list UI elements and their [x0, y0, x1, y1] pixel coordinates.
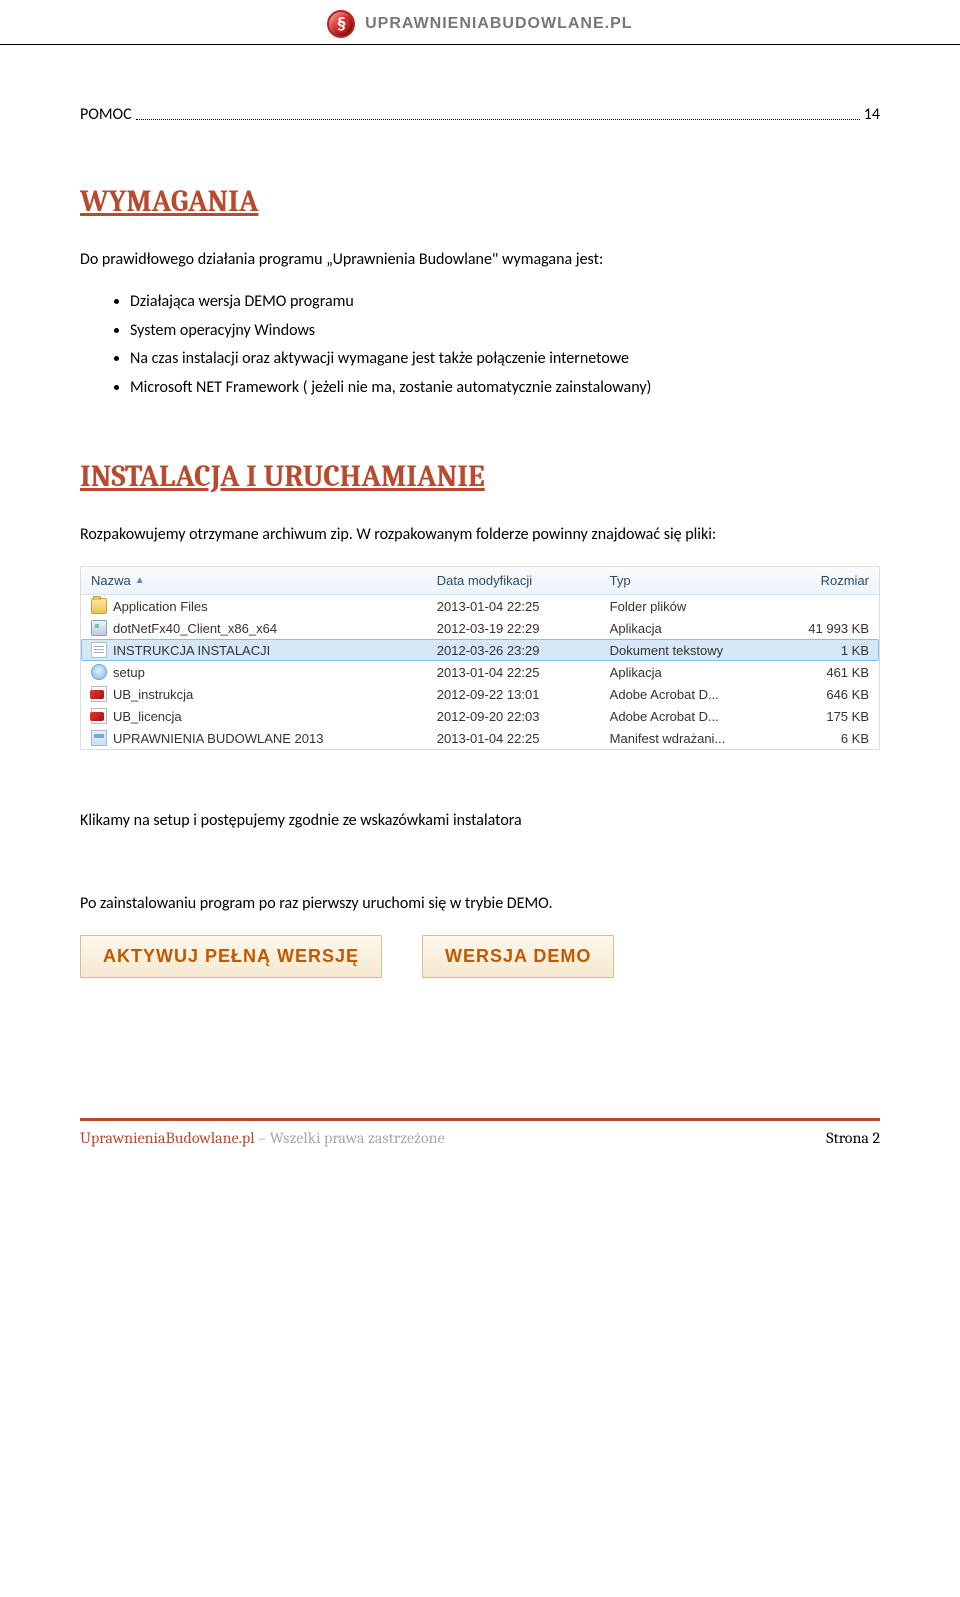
header-divider — [0, 44, 960, 45]
sort-ascending-icon: ▲ — [135, 575, 145, 586]
activate-full-version-button[interactable]: AKTYWUJ PEŁNĄ WERSJĘ — [80, 935, 382, 978]
pdf-icon — [91, 708, 107, 724]
exe-icon — [91, 620, 107, 636]
file-date: 2012-03-19 22:29 — [437, 621, 610, 636]
requirements-list: Działająca wersja DEMO programu System o… — [130, 291, 880, 399]
file-explorer: Nazwa ▲ Data modyfikacji Typ Rozmiar App… — [80, 566, 880, 750]
file-type: Manifest wdrażani... — [610, 731, 783, 746]
file-row[interactable]: UB_instrukcja 2012-09-22 13:01Adobe Acrob… — [81, 683, 879, 705]
column-header-type[interactable]: Typ — [610, 573, 783, 588]
file-row[interactable]: Application Files 2013-01-04 22:25Folder … — [81, 595, 879, 617]
file-type: Adobe Acrobat D... — [610, 687, 783, 702]
install-para2: Klikamy na setup i postępujemy zgodnie z… — [80, 810, 880, 832]
section-title-install: INSTALACJA I URUCHAMIANIE — [80, 459, 880, 494]
pdf-icon — [91, 686, 107, 702]
manifest-icon — [91, 730, 107, 746]
file-name: UPRAWNIENIA BUDOWLANE 2013 — [113, 731, 323, 746]
toc-entry: POMOC 14 — [80, 105, 880, 124]
footer-left: UprawnieniaBudowlane.pl – Wszelki prawa … — [80, 1129, 445, 1147]
file-size: 6 KB — [783, 731, 869, 746]
page-footer: UprawnieniaBudowlane.pl – Wszelki prawa … — [80, 1118, 880, 1147]
button-row: AKTYWUJ PEŁNĄ WERSJĘ WERSJA DEMO — [80, 935, 880, 978]
file-date: 2012-09-20 22:03 — [437, 709, 610, 724]
list-item: System operacyjny Windows — [130, 320, 880, 342]
list-item: Na czas instalacji oraz aktywacji wymaga… — [130, 348, 880, 370]
file-size: 1 KB — [783, 643, 869, 658]
file-row[interactable]: UPRAWNIENIA BUDOWLANE 2013 2013-01-04 22:… — [81, 727, 879, 749]
txt-icon — [91, 642, 107, 658]
explorer-header-row: Nazwa ▲ Data modyfikacji Typ Rozmiar — [81, 567, 879, 595]
setup-icon — [91, 664, 107, 680]
column-header-name-text: Nazwa — [91, 573, 131, 588]
file-size: 41 993 KB — [783, 621, 869, 636]
file-type: Folder plików — [610, 599, 783, 614]
file-name: UB_licencja — [113, 709, 182, 724]
list-item: Microsoft NET Framework ( jeżeli nie ma,… — [130, 377, 880, 399]
file-row[interactable]: INSTRUKCJA INSTALACJI 2012-03-26 23:29Dok… — [81, 639, 879, 661]
file-size: 175 KB — [783, 709, 869, 724]
file-date: 2013-01-04 22:25 — [437, 665, 610, 680]
logo-text: UPRAWNIENIABUDOWLANE.PL — [365, 15, 632, 33]
file-date: 2013-01-04 22:25 — [437, 599, 610, 614]
install-para1: Rozpakowujemy otrzymane archiwum zip. W … — [80, 524, 880, 546]
column-header-name[interactable]: Nazwa ▲ — [91, 573, 437, 588]
section-title-requirements: WYMAGANIA — [80, 184, 880, 219]
page-header: § UPRAWNIENIABUDOWLANE.PL — [0, 0, 960, 42]
install-para3: Po zainstalowaniu program po raz pierwsz… — [80, 893, 880, 915]
list-item: Działająca wersja DEMO programu — [130, 291, 880, 313]
footer-rights: – Wszelki prawa zastrzeżone — [255, 1129, 445, 1147]
toc-dots — [136, 105, 860, 120]
file-name: Application Files — [113, 599, 208, 614]
folder-icon — [91, 598, 107, 614]
file-date: 2013-01-04 22:25 — [437, 731, 610, 746]
column-header-size[interactable]: Rozmiar — [783, 573, 869, 588]
toc-page-number: 14 — [864, 105, 880, 124]
requirements-intro: Do prawidłowego działania programu „Upra… — [80, 249, 880, 271]
file-type: Aplikacja — [610, 665, 783, 680]
file-date: 2012-03-26 23:29 — [437, 643, 610, 658]
file-row[interactable]: UB_licencja 2012-09-20 22:03Adobe Acrobat… — [81, 705, 879, 727]
file-name: UB_instrukcja — [113, 687, 193, 702]
footer-site: UprawnieniaBudowlane.pl — [80, 1129, 255, 1147]
file-row[interactable]: dotNetFx40_Client_x86_x64 2012-03-19 22:2… — [81, 617, 879, 639]
toc-label: POMOC — [80, 105, 132, 124]
column-header-date[interactable]: Data modyfikacji — [437, 573, 610, 588]
file-type: Adobe Acrobat D... — [610, 709, 783, 724]
file-name: INSTRUKCJA INSTALACJI — [113, 643, 270, 658]
footer-page-number: Strona 2 — [826, 1129, 880, 1147]
file-row[interactable]: setup 2013-01-04 22:25Aplikacja461 KB — [81, 661, 879, 683]
file-type: Aplikacja — [610, 621, 783, 636]
file-name: setup — [113, 665, 145, 680]
file-type: Dokument tekstowy — [610, 643, 783, 658]
file-size: 461 KB — [783, 665, 869, 680]
file-size: 646 KB — [783, 687, 869, 702]
file-date: 2012-09-22 13:01 — [437, 687, 610, 702]
demo-version-button[interactable]: WERSJA DEMO — [422, 935, 614, 978]
file-name: dotNetFx40_Client_x86_x64 — [113, 621, 277, 636]
logo-badge-icon: § — [327, 10, 355, 38]
